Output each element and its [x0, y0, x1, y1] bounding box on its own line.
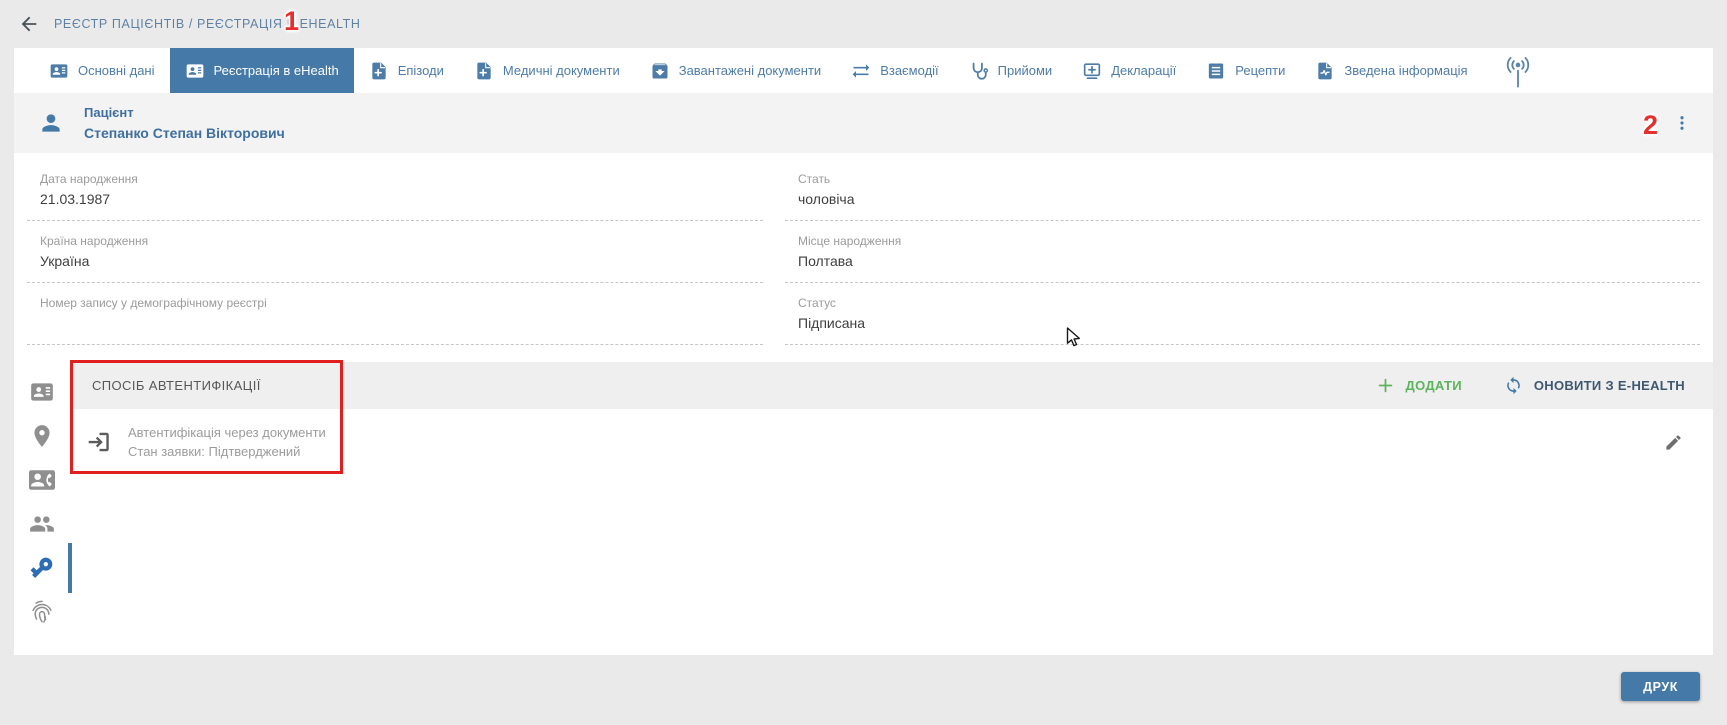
field-sex: Стать чоловіча: [785, 159, 1700, 221]
field-birth-date: Дата народження 21.03.1987: [27, 159, 763, 221]
tab-label: Зведена інформація: [1344, 63, 1467, 78]
auth-method-row: Автентифікація через документи Стан заяв…: [70, 409, 1713, 459]
refresh-button-label: ОНОВИТИ З E-HEALTH: [1534, 378, 1685, 393]
refresh-icon: [1504, 376, 1523, 395]
field-label: Країна народження: [40, 234, 763, 248]
contact-card-icon: [185, 61, 205, 81]
content-card: Основні дані Реєстрація в eHealth Епізод…: [14, 48, 1713, 655]
field-label: Статус: [798, 296, 1700, 310]
tab-label: Реєстрація в eHealth: [214, 63, 339, 78]
sidebar-item-biometrics[interactable]: [14, 590, 70, 634]
patient-header: Пацієнт Степанко Степан Вікторович: [14, 93, 1713, 153]
auth-method-status: Стан заявки: Підтверджений: [128, 444, 326, 459]
add-button-label: ДОДАТИ: [1406, 378, 1462, 393]
tab-label: Взаємодії: [880, 63, 938, 78]
refresh-from-ehealth-button[interactable]: ОНОВИТИ З E-HEALTH: [1504, 376, 1685, 395]
lined-doc-icon: [1206, 61, 1226, 81]
tab-label: Завантажені документи: [679, 63, 821, 78]
field-value: Підписана: [798, 315, 1700, 332]
sidebar-item-addresses[interactable]: [14, 414, 70, 458]
antenna-signal-icon[interactable]: [1503, 55, 1533, 89]
tab-label: Основні дані: [78, 63, 155, 78]
auth-section-header: СПОСІБ АВТЕНТИФІКАЦІЇ ДОДАТИ ОНОВИТИ З E…: [70, 362, 1713, 409]
sidebar-item-relatives[interactable]: [14, 502, 70, 546]
auth-main: СПОСІБ АВТЕНТИФІКАЦІЇ ДОДАТИ ОНОВИТИ З E…: [70, 362, 1713, 655]
tab-summary-info[interactable]: Зведена інформація: [1300, 48, 1482, 93]
back-arrow-icon[interactable]: [18, 13, 40, 35]
field-value: Полтава: [798, 253, 1700, 270]
edit-pencil-icon[interactable]: [1664, 433, 1683, 452]
fingerprint-icon: [29, 599, 55, 625]
sidebar-item-contacts[interactable]: [14, 458, 70, 502]
field-label: Дата народження: [40, 172, 763, 186]
tab-declarations[interactable]: Декларації: [1067, 48, 1191, 93]
tab-label: Медичні документи: [503, 63, 620, 78]
tab-prescriptions[interactable]: Рецепти: [1191, 48, 1300, 93]
tab-label: Декларації: [1111, 63, 1176, 78]
patient-details: Дата народження 21.03.1987 Стать чоловіч…: [14, 153, 1713, 362]
field-label: Стать: [798, 172, 1700, 186]
tab-episodes[interactable]: Епізоди: [354, 48, 459, 93]
field-birth-place: Місце народження Полтава: [785, 221, 1700, 283]
tab-appointments[interactable]: Прийоми: [954, 48, 1068, 93]
breadcrumb-bar: РЕЄСТР ПАЦІЄНТІВ / РЕЄСТРАЦІЯ В EHEALTH: [0, 0, 1727, 48]
login-icon: [86, 429, 112, 455]
auth-method-info: Автентифікація через документи Стан заяв…: [128, 425, 326, 459]
field-value: 21.03.1987: [40, 191, 763, 208]
device-plus-icon: [1082, 61, 1102, 81]
note-add-icon: [369, 61, 389, 81]
tab-label: Епізоди: [398, 63, 444, 78]
field-value: чоловіча: [798, 191, 1700, 208]
print-button[interactable]: ДРУК: [1621, 672, 1700, 701]
app-window: РЕЄСТР ПАЦІЄНТІВ / РЕЄСТРАЦІЯ В EHEALTH …: [0, 0, 1727, 725]
tab-medical-documents[interactable]: Медичні документи: [459, 48, 635, 93]
note-add-icon: [474, 61, 494, 81]
mouse-cursor: [1066, 327, 1084, 349]
contact-phone-icon: [29, 467, 55, 493]
field-label: Місце народження: [798, 234, 1700, 248]
id-card-icon: [29, 379, 55, 405]
patient-role-label: Пацієнт: [84, 105, 285, 120]
patient-info: Пацієнт Степанко Степан Вікторович: [84, 105, 285, 141]
annotation-marker-2: 2: [1643, 112, 1658, 139]
sidebar-item-authentication[interactable]: [14, 546, 70, 590]
key-icon: [29, 555, 55, 581]
add-button[interactable]: ДОДАТИ: [1376, 376, 1462, 395]
tab-uploaded-documents[interactable]: Завантажені документи: [635, 48, 836, 93]
doc-pulse-icon: [1315, 61, 1335, 81]
tab-bar: Основні дані Реєстрація в eHealth Епізод…: [14, 48, 1713, 93]
stethoscope-icon: [969, 61, 989, 81]
people-icon: [29, 511, 55, 537]
annotation-marker-1: 1: [284, 8, 299, 35]
tab-label: Прийоми: [998, 63, 1053, 78]
tab-main-data[interactable]: Основні дані: [34, 48, 170, 93]
field-value: [40, 315, 763, 332]
swap-arrows-icon: [851, 61, 871, 81]
field-label: Номер запису у демографічному реєстрі: [40, 296, 763, 310]
download-tray-icon: [650, 61, 670, 81]
field-demographic-registry-number: Номер запису у демографічному реєстрі: [27, 283, 763, 345]
sidebar-item-id-card[interactable]: [14, 370, 70, 414]
breadcrumb[interactable]: РЕЄСТР ПАЦІЄНТІВ / РЕЄСТРАЦІЯ В EHEALTH: [54, 17, 361, 31]
location-pin-icon: [29, 423, 55, 449]
field-status: Статус Підписана: [785, 283, 1700, 345]
tab-interactions[interactable]: Взаємодії: [836, 48, 953, 93]
section-sidebar: [14, 362, 70, 655]
auth-method-title: Автентифікація через документи: [128, 425, 326, 440]
tab-label: Рецепти: [1235, 63, 1285, 78]
auth-actions: ДОДАТИ ОНОВИТИ З E-HEALTH: [1376, 376, 1685, 395]
kebab-menu-icon[interactable]: [1673, 112, 1691, 134]
tab-ehealth-registration[interactable]: Реєстрація в eHealth: [170, 48, 354, 93]
field-value: Україна: [40, 253, 763, 270]
plus-icon: [1376, 376, 1395, 395]
contact-card-icon: [49, 61, 69, 81]
person-icon: [38, 110, 64, 136]
patient-name: Степанко Степан Вікторович: [84, 125, 285, 141]
auth-section-title: СПОСІБ АВТЕНТИФІКАЦІЇ: [92, 378, 261, 393]
auth-section: СПОСІБ АВТЕНТИФІКАЦІЇ ДОДАТИ ОНОВИТИ З E…: [14, 362, 1713, 655]
field-birth-country: Країна народження Україна: [27, 221, 763, 283]
